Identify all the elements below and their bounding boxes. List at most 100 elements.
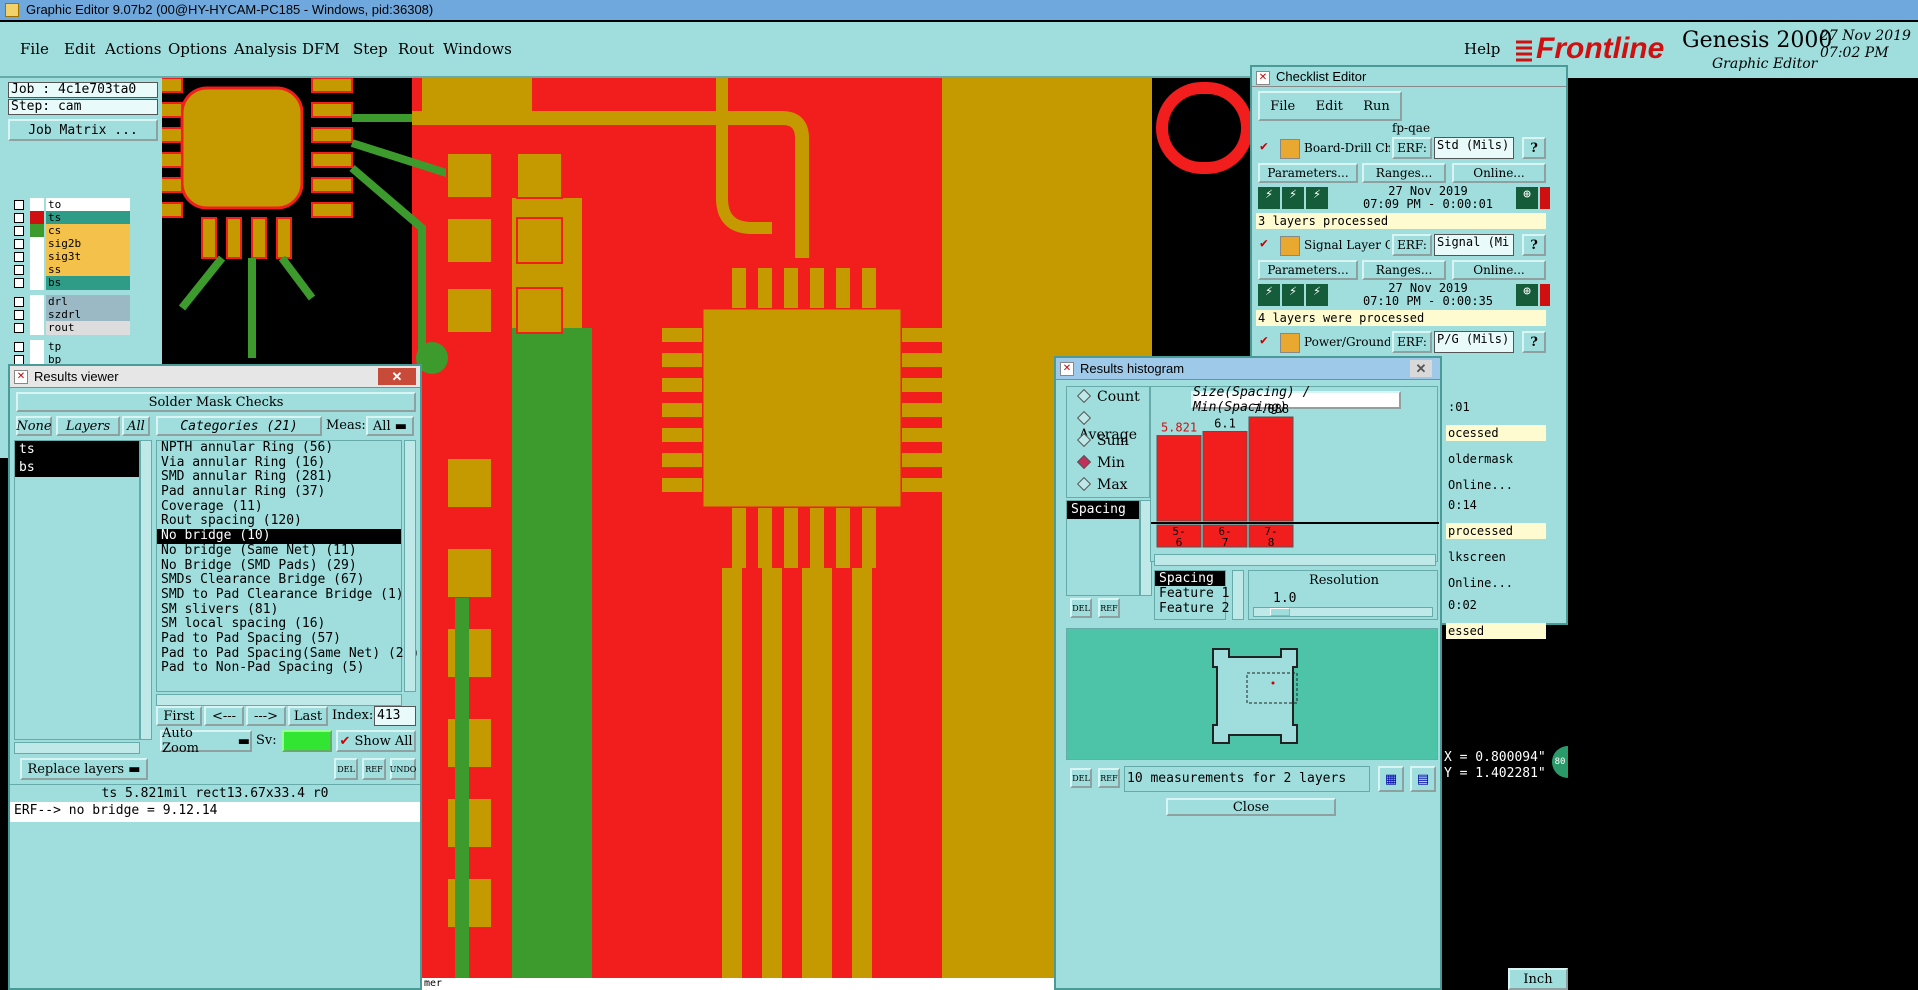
list-item[interactable]: No bridge (Same Net) (11) bbox=[157, 543, 401, 559]
check-icon[interactable]: ✔ bbox=[1260, 333, 1268, 348]
run-icon[interactable]: ⚡ bbox=[1258, 187, 1280, 209]
units-dropdown[interactable]: Inch bbox=[1508, 968, 1568, 990]
list-item[interactable]: NPTH annular Ring (56) bbox=[157, 440, 401, 456]
close-button[interactable]: ✕ bbox=[1410, 360, 1432, 377]
list-item[interactable]: Pad annular Ring (37) bbox=[157, 484, 401, 500]
layer-row-rout[interactable]: rout bbox=[14, 321, 130, 335]
layer-checkbox[interactable] bbox=[14, 252, 24, 262]
layer-row-sig3t[interactable]: sig3t bbox=[14, 250, 130, 264]
auto-zoom-dropdown[interactable]: Auto Zoom ▬ bbox=[160, 726, 252, 756]
erf-field[interactable]: P/G (Mils) bbox=[1434, 331, 1514, 353]
ref-button[interactable]: REF bbox=[362, 758, 386, 780]
measure-list[interactable]: Spacing bbox=[1066, 500, 1140, 596]
list-item[interactable]: Spacing bbox=[1067, 501, 1139, 519]
layer-row-ss[interactable]: ss bbox=[14, 263, 130, 277]
list-item[interactable]: No Bridge (SMD Pads) (29) bbox=[157, 558, 401, 574]
histogram-bar[interactable] bbox=[1248, 416, 1294, 522]
sv-color-dropdown[interactable] bbox=[282, 730, 332, 752]
run-icon[interactable]: ⚡ bbox=[1282, 284, 1304, 306]
del-button[interactable]: DEL bbox=[1070, 768, 1092, 788]
ref-button[interactable]: REF bbox=[1098, 598, 1120, 618]
list-item[interactable]: bs bbox=[15, 459, 139, 477]
none-button[interactable]: None bbox=[16, 416, 52, 436]
menu-windows[interactable]: Windows bbox=[443, 40, 512, 58]
layer-checkbox[interactable] bbox=[14, 278, 24, 288]
list-item[interactable]: Via annular Ring (16) bbox=[157, 455, 401, 471]
mode-min[interactable]: Min bbox=[1076, 454, 1125, 471]
list-item[interactable]: ts bbox=[15, 441, 139, 459]
run-icon[interactable]: ⚡ bbox=[1258, 284, 1280, 306]
ranges-button[interactable]: Ranges... bbox=[1362, 260, 1446, 280]
mode-count[interactable]: Count bbox=[1076, 388, 1140, 405]
online-button[interactable]: Online... bbox=[1452, 163, 1546, 183]
layer-list-hscrollbar[interactable] bbox=[14, 742, 140, 754]
layer-row-bs[interactable]: bs bbox=[14, 276, 130, 290]
list-item[interactable]: Spacing bbox=[1155, 571, 1225, 586]
del-button[interactable]: DEL bbox=[1070, 598, 1092, 618]
layers-button[interactable]: Layers bbox=[56, 416, 120, 436]
layer-result-list[interactable]: ts bs bbox=[14, 440, 140, 740]
erf-field[interactable]: Signal (Mi bbox=[1434, 234, 1514, 256]
zoom-icon[interactable]: ⊕ bbox=[1516, 284, 1538, 306]
menu-options[interactable]: Options bbox=[168, 40, 227, 58]
last-button[interactable]: Last bbox=[288, 706, 328, 726]
first-button[interactable]: First bbox=[156, 706, 202, 726]
next-button[interactable]: ---> bbox=[246, 706, 286, 726]
list-item[interactable]: SMD annular Ring (281) bbox=[157, 470, 401, 485]
layer-checkbox[interactable] bbox=[14, 239, 24, 249]
help-button[interactable]: ? bbox=[1522, 137, 1546, 159]
layer-checkbox[interactable] bbox=[14, 265, 24, 275]
undo-button[interactable]: UNDO bbox=[390, 758, 416, 780]
chart-view-button[interactable]: ▦ bbox=[1378, 766, 1404, 792]
parameters-button[interactable]: Parameters... bbox=[1258, 163, 1358, 183]
run-icon[interactable]: ⚡ bbox=[1282, 187, 1304, 209]
mode-max[interactable]: Max bbox=[1076, 476, 1128, 493]
index-input[interactable]: 413 bbox=[374, 706, 416, 726]
categories-button[interactable]: Categories (21) bbox=[156, 416, 322, 436]
layer-checkbox[interactable] bbox=[14, 297, 24, 307]
show-all-checkbox[interactable]: ✔ Show All bbox=[336, 730, 416, 752]
check-icon[interactable]: ✔ bbox=[1260, 139, 1268, 154]
layer-checkbox[interactable] bbox=[14, 342, 24, 352]
list-item[interactable]: SMDs Clearance Bridge (67) bbox=[157, 572, 401, 588]
menu-rout[interactable]: Rout bbox=[398, 40, 434, 58]
zoom-icon[interactable]: ⊕ bbox=[1516, 187, 1538, 209]
resolution-slider[interactable] bbox=[1253, 607, 1433, 617]
list-item[interactable]: Pad to Pad Spacing(Same Net) (22) bbox=[157, 646, 419, 662]
erf-field[interactable]: Std (Mils) bbox=[1434, 137, 1514, 159]
menu-step[interactable]: Step bbox=[353, 40, 388, 58]
layer-list-scrollbar[interactable] bbox=[140, 440, 152, 740]
layer-checkbox[interactable] bbox=[14, 213, 24, 223]
chart-hscrollbar[interactable] bbox=[1154, 554, 1436, 566]
menu-analysis[interactable]: Analysis bbox=[234, 40, 297, 58]
checklist-menu-file[interactable]: File bbox=[1270, 99, 1295, 114]
layer-row-ts[interactable]: ts bbox=[14, 211, 130, 225]
layer-row-to[interactable]: to bbox=[14, 198, 130, 212]
help-button[interactable]: ? bbox=[1522, 234, 1546, 256]
list-item[interactable]: Rout spacing (120) bbox=[157, 514, 401, 529]
slider-handle[interactable] bbox=[1270, 608, 1290, 616]
list-item[interactable]: No bridge (10) bbox=[157, 528, 401, 544]
check-icon[interactable]: ✔ bbox=[1260, 236, 1268, 251]
list-item[interactable]: SM slivers (81) bbox=[157, 602, 401, 618]
menu-actions[interactable]: Actions bbox=[105, 40, 161, 58]
del-button[interactable]: DEL bbox=[334, 758, 358, 780]
category-list-scrollbar[interactable] bbox=[404, 440, 416, 692]
menu-edit[interactable]: Edit bbox=[64, 40, 95, 58]
layer-checkbox[interactable] bbox=[14, 323, 24, 333]
list-item[interactable]: Pad to Non-Pad Spacing (5) bbox=[157, 661, 401, 676]
histogram-bar[interactable] bbox=[1202, 430, 1248, 522]
list-item[interactable]: Pad to Pad Spacing (57) bbox=[157, 631, 401, 647]
all-button[interactable]: All bbox=[122, 416, 150, 436]
prev-button[interactable]: <--- bbox=[204, 706, 244, 726]
run-icon[interactable]: ⚡ bbox=[1306, 187, 1328, 209]
layer-row-szdrl[interactable]: szdrl bbox=[14, 308, 130, 322]
close-button[interactable]: ✕ bbox=[378, 368, 416, 385]
list-item[interactable]: Feature 1 bbox=[1155, 586, 1229, 601]
layer-row-tp[interactable]: tp bbox=[14, 340, 130, 354]
ranges-button[interactable]: Ranges... bbox=[1362, 163, 1446, 183]
ref-button[interactable]: REF bbox=[1098, 768, 1120, 788]
layer-checkbox[interactable] bbox=[14, 226, 24, 236]
parameters-button[interactable]: Parameters... bbox=[1258, 260, 1358, 280]
histogram-bar[interactable] bbox=[1156, 435, 1202, 522]
